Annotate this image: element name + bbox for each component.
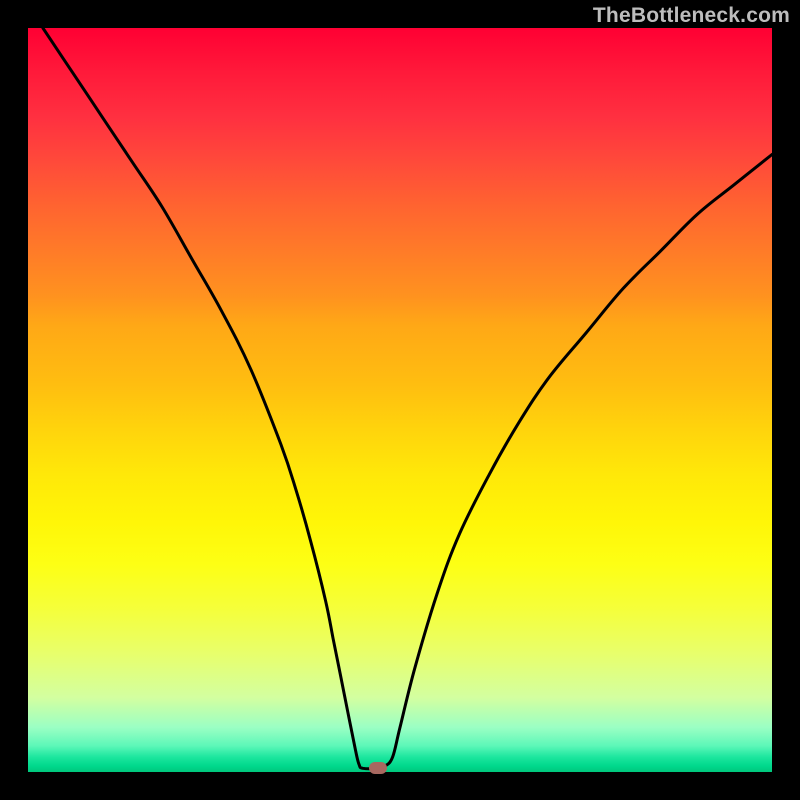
chart-frame: TheBottleneck.com <box>0 0 800 800</box>
bottleneck-curve <box>43 28 772 769</box>
curve-svg <box>28 28 772 772</box>
watermark-text: TheBottleneck.com <box>593 4 790 28</box>
plot-area <box>28 28 772 772</box>
optimal-marker <box>369 762 387 774</box>
